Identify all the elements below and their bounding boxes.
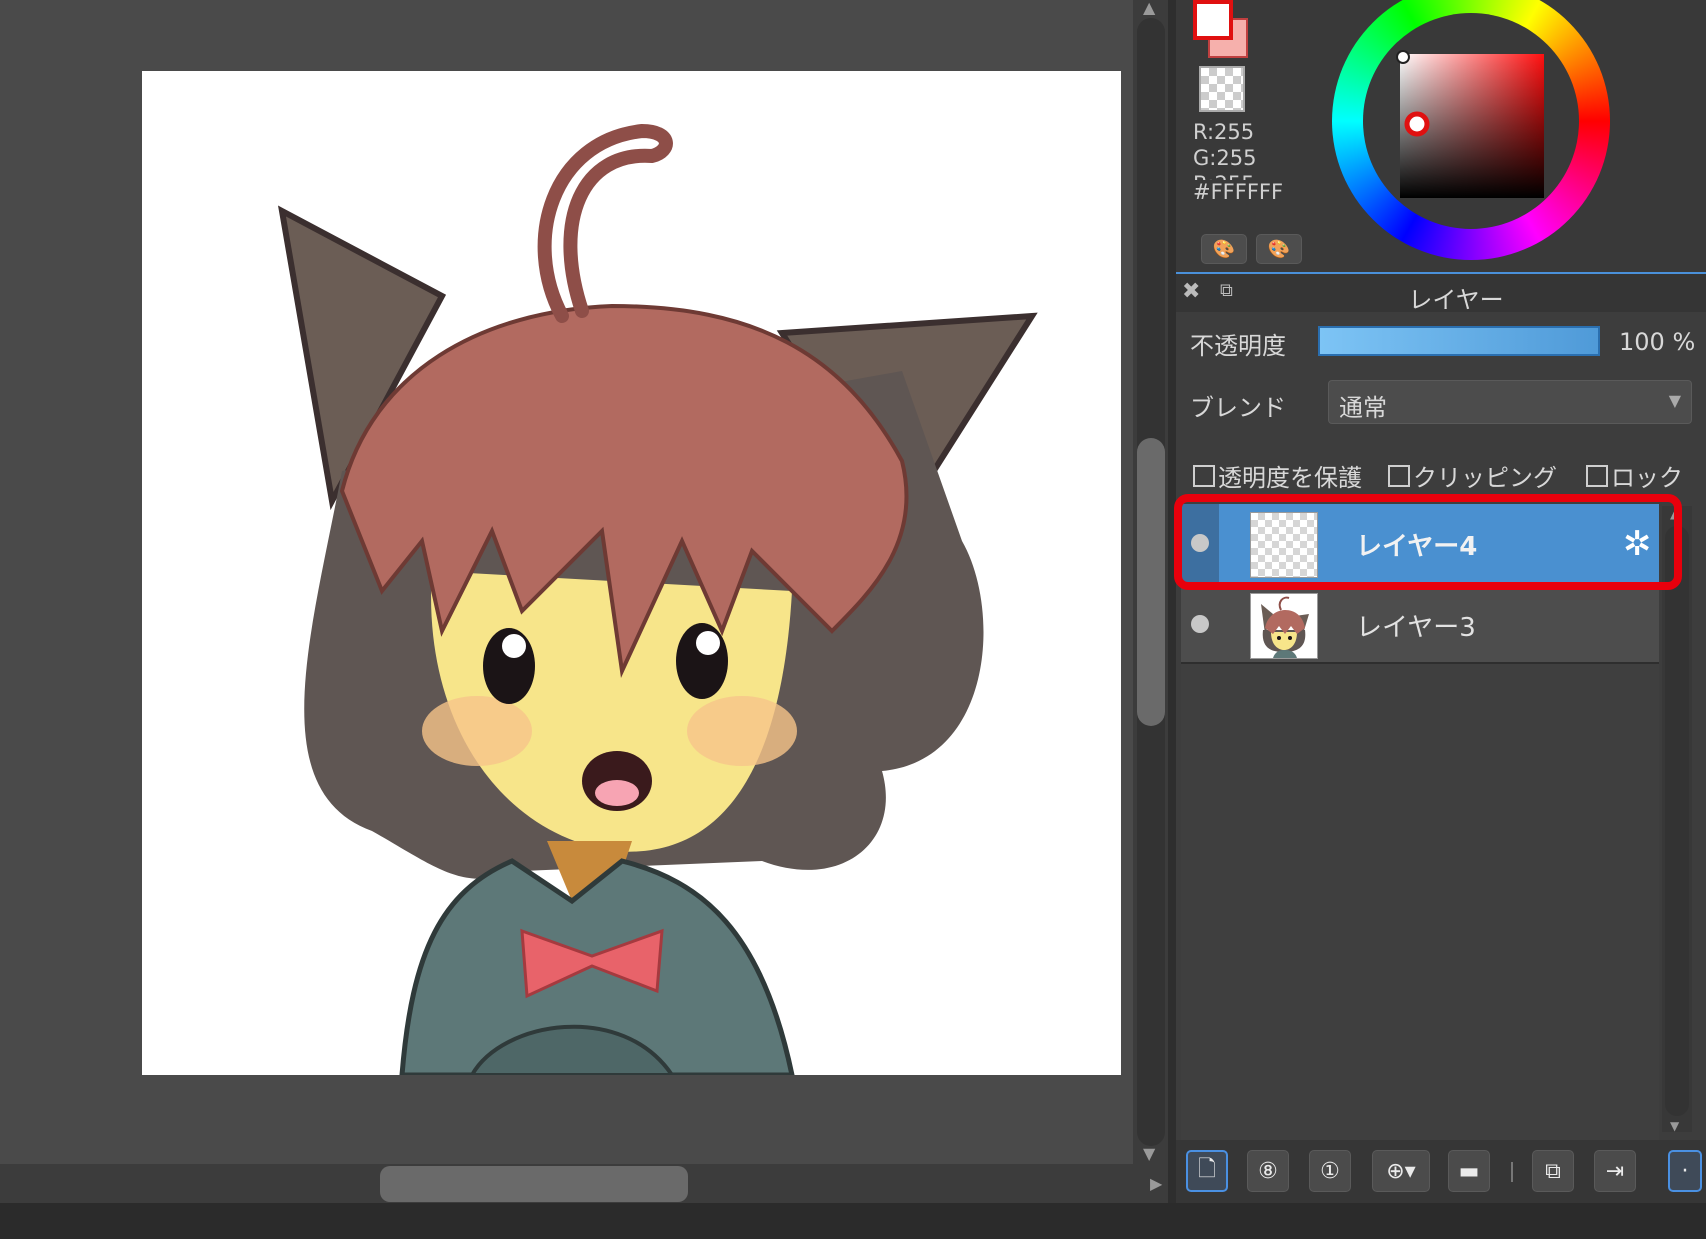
- more-button[interactable]: ·: [1668, 1150, 1702, 1192]
- protect-alpha-label: 透明度を保護: [1218, 464, 1362, 492]
- chevron-down-icon: ▼: [1668, 391, 1681, 410]
- duplicate-icon: ⧉: [1545, 1158, 1561, 1184]
- layer-toolbar: 🗋 ⑧ ① ⊕▾ ▬ ⧉ ⇥ ·: [1176, 1140, 1706, 1203]
- scroll-down-icon[interactable]: ▼: [1670, 1118, 1679, 1134]
- blush-right: [687, 696, 797, 766]
- toolbar-separator: [1511, 1162, 1513, 1182]
- clipping-label: クリッピング: [1413, 464, 1557, 492]
- lock-label: ロック: [1611, 464, 1683, 492]
- thumbnail-image: [1261, 596, 1309, 658]
- panel-title: レイヤー: [1408, 286, 1504, 314]
- palette-edit-button[interactable]: 🎨: [1256, 234, 1302, 264]
- new-1bit-layer-button[interactable]: ①: [1309, 1150, 1351, 1192]
- layer-row[interactable]: レイヤー4 ✲: [1181, 504, 1659, 584]
- new-1bit-layer-icon: ①: [1320, 1158, 1340, 1184]
- new-8bit-layer-button[interactable]: ⑧: [1247, 1150, 1289, 1192]
- color-panel: R:255 G:255 B:255 #FFFFFF 🎨 🎨: [1176, 0, 1706, 272]
- add-layer-menu-icon: ⊕▾: [1386, 1158, 1416, 1184]
- palette-icon: 🎨: [1212, 238, 1236, 260]
- rgb-green-value: G:255: [1193, 146, 1257, 170]
- canvas-area[interactable]: ▲ ▼ ▶: [0, 0, 1169, 1204]
- new-layer-button[interactable]: 🗋: [1186, 1150, 1228, 1192]
- layer-panel-header: ✖ ⧉ レイヤー: [1176, 272, 1706, 314]
- layer-list-scrollbar[interactable]: ▲ ▼: [1662, 506, 1692, 1134]
- ahoge: [537, 123, 673, 323]
- layer-thumbnail: [1250, 512, 1318, 578]
- right-panel: R:255 G:255 B:255 #FFFFFF 🎨 🎨 ✖ ⧉ レイヤー 不…: [1176, 0, 1706, 1203]
- layer-name[interactable]: レイヤー3: [1356, 607, 1476, 644]
- scroll-up-icon[interactable]: ▲: [1143, 0, 1155, 16]
- foreground-color-swatch[interactable]: [1193, 0, 1233, 40]
- add-layer-menu-button[interactable]: ⊕▾: [1372, 1150, 1430, 1192]
- scroll-up-icon[interactable]: ▲: [1670, 506, 1679, 522]
- new-layer-icon: 🗋: [1198, 1157, 1216, 1182]
- character-illustration: [278, 123, 1038, 1075]
- blend-mode-value: 通常: [1339, 394, 1387, 422]
- vertical-scroll-thumb[interactable]: [1137, 438, 1165, 726]
- layer-row[interactable]: レイヤー3: [1181, 584, 1659, 664]
- transparent-color-swatch[interactable]: [1199, 66, 1245, 112]
- canvas-vertical-scrollbar[interactable]: ▲ ▼: [1133, 0, 1169, 1165]
- lock-checkbox[interactable]: ロック: [1586, 458, 1683, 493]
- checkbox-box[interactable]: [1388, 464, 1410, 487]
- rgb-red-value: R:255: [1193, 120, 1255, 144]
- protect-alpha-checkbox[interactable]: 透明度を保護: [1193, 458, 1362, 493]
- hue-wheel[interactable]: [1332, 0, 1610, 260]
- blend-mode-select[interactable]: 通常 ▼: [1328, 380, 1692, 424]
- opacity-value: 100 %: [1619, 328, 1696, 356]
- checkbox-box[interactable]: [1193, 464, 1215, 487]
- layer-thumbnail: [1250, 593, 1318, 659]
- clipping-checkbox[interactable]: クリッピング: [1388, 458, 1557, 493]
- rgb-blue-value: B:255: [1193, 172, 1255, 180]
- horizontal-scroll-thumb[interactable]: [380, 1166, 688, 1202]
- eye-icon[interactable]: [1191, 534, 1209, 552]
- blush-left: [422, 696, 532, 766]
- opacity-label: 不透明度: [1190, 332, 1286, 360]
- status-bar: [0, 1203, 1706, 1239]
- palette-button[interactable]: 🎨: [1201, 234, 1247, 264]
- eye-icon[interactable]: [1191, 615, 1209, 633]
- layer-list[interactable]: レイヤー4 ✲ レイヤー3: [1181, 498, 1659, 1148]
- merge-down-button[interactable]: ⇥: [1594, 1150, 1636, 1192]
- hex-value: #FFFFFF: [1193, 180, 1284, 204]
- gear-icon[interactable]: ✲: [1623, 524, 1652, 564]
- scroll-down-icon[interactable]: ▼: [1143, 1146, 1155, 1162]
- canvas-horizontal-scrollbar[interactable]: ▶: [0, 1164, 1168, 1204]
- checkbox-box[interactable]: [1586, 464, 1608, 487]
- duplicate-layer-button[interactable]: ⧉: [1532, 1150, 1574, 1192]
- folder-icon: ▬: [1458, 1158, 1480, 1184]
- new-8bit-layer-icon: ⑧: [1258, 1158, 1278, 1184]
- opacity-slider[interactable]: [1318, 326, 1600, 356]
- merge-down-icon: ⇥: [1605, 1158, 1625, 1184]
- panel-divider[interactable]: [1168, 0, 1176, 1203]
- layer-name[interactable]: レイヤー4: [1356, 526, 1477, 563]
- artboard[interactable]: [142, 71, 1121, 1075]
- scroll-right-icon[interactable]: ▶: [1150, 1176, 1162, 1192]
- new-folder-button[interactable]: ▬: [1448, 1150, 1490, 1192]
- palette-edit-icon: 🎨: [1267, 238, 1291, 260]
- color-picker-marker[interactable]: [1396, 50, 1410, 64]
- blend-label: ブレンド: [1190, 394, 1286, 422]
- more-icon: ·: [1681, 1158, 1689, 1184]
- layer-list-scroll-track[interactable]: [1665, 526, 1689, 1116]
- hue-marker[interactable]: [1402, 109, 1432, 139]
